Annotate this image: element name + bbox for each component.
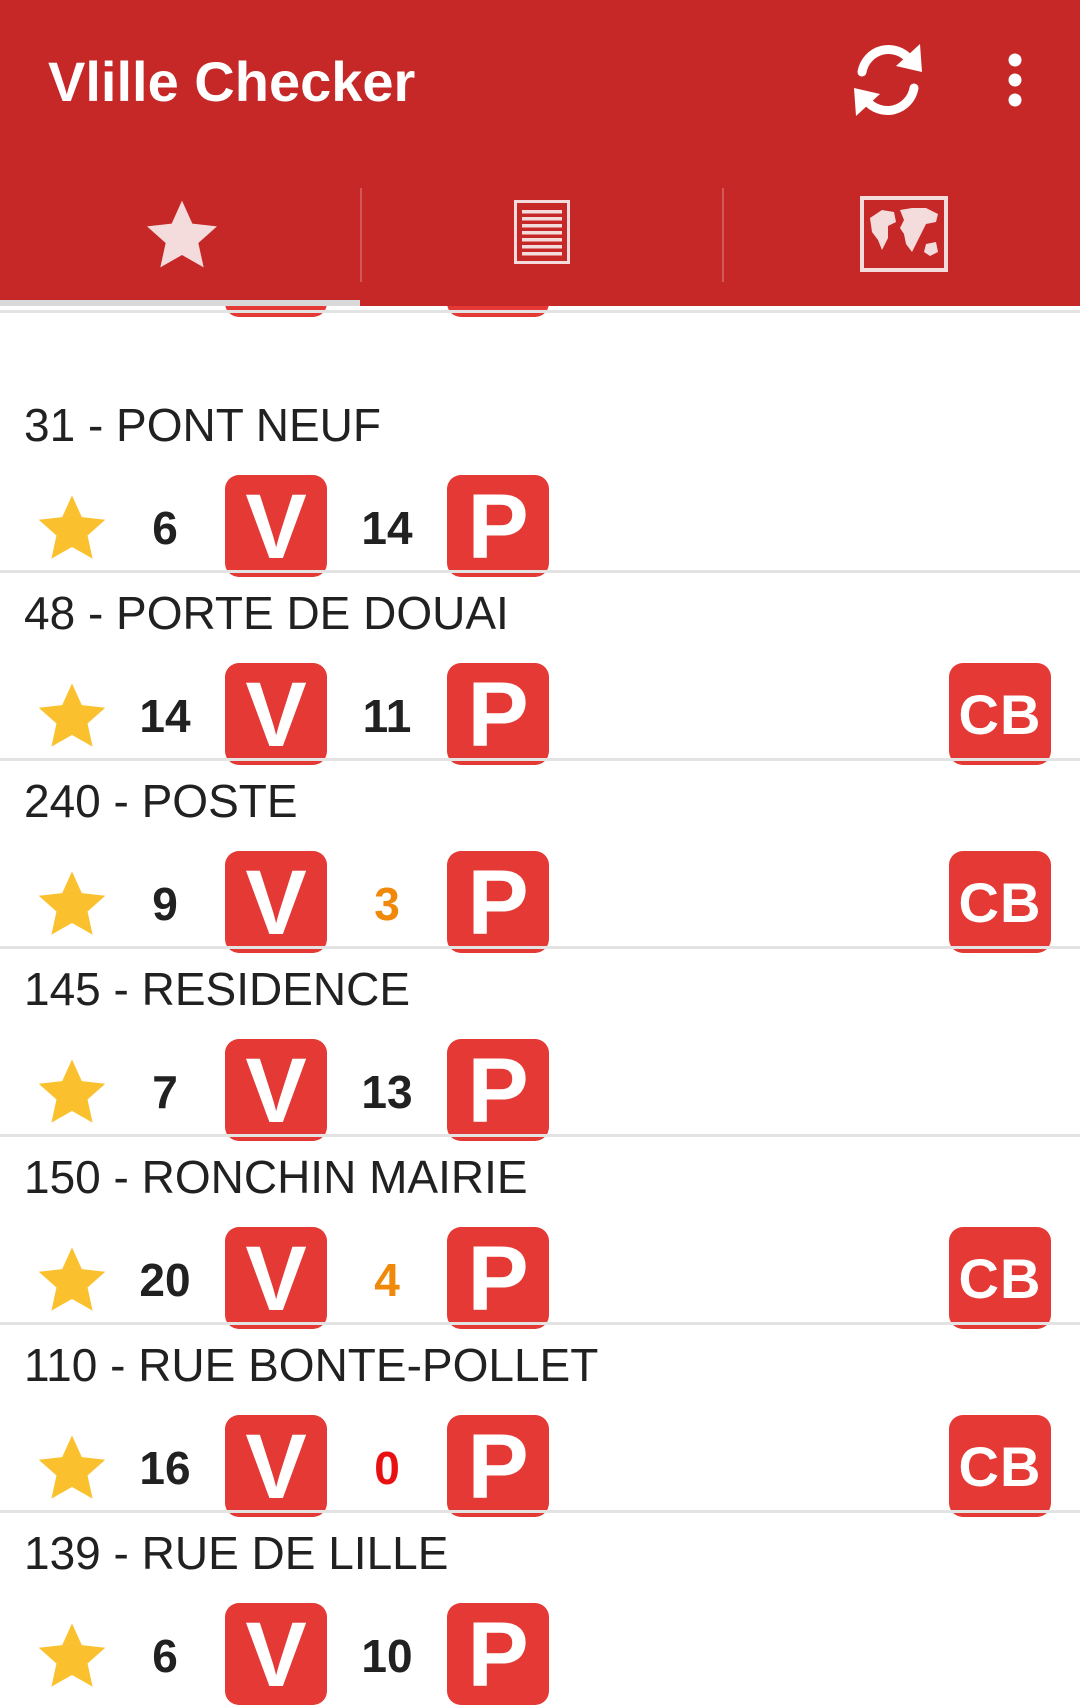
places-badge: P [447,1227,549,1330]
bikes-badge: V [225,851,327,954]
station-row[interactable]: 139 - RUE DE LILLE 6 V 10 P [0,1513,1080,1706]
places-count: 4 [374,1254,400,1306]
places-badge: P [447,851,549,954]
bikes-count: 6 [152,1630,178,1682]
tab-favorites[interactable] [0,176,360,306]
station-row[interactable]: 48 - PORTE DE DOUAI 14 V 11 P CB [0,573,1080,766]
station-row[interactable]: 145 - RESIDENCE 7 V 13 P [0,949,1080,1142]
card-payment-badge: CB [949,1415,1051,1517]
station-row[interactable]: 240 - POSTE 9 V 3 P CB [0,761,1080,954]
station-row[interactable]: 110 - RUE BONTE-POLLET 16 V 0 P CB [0,1325,1080,1518]
app-bar: Vlille Checker [0,0,1080,306]
station-name: 110 - RUE BONTE-POLLET [24,1339,599,1391]
places-badge: P [447,1603,549,1706]
station-row[interactable]: 150 - RONCHIN MAIRIE 20 V 4 P CB [0,1137,1080,1330]
places-count: 13 [361,1066,413,1118]
places-badge: P [447,1039,549,1142]
bikes-badge: V [225,1039,327,1142]
divider [0,310,1080,313]
station-row[interactable]: 31 - PONT NEUF 6 V 14 P [0,385,1080,578]
favorite-star-icon[interactable] [32,1241,112,1317]
bikes-badge: V [225,663,327,766]
card-payment-badge: CB [949,851,1051,953]
station-name: 31 - PONT NEUF [24,399,381,451]
station-name: 139 - RUE DE LILLE [24,1527,449,1579]
bikes-count: 14 [139,690,191,742]
card-payment-badge: CB [949,663,1051,765]
refresh-icon[interactable] [848,38,928,122]
favorite-star-icon[interactable] [32,1429,112,1505]
places-count: 11 [362,690,412,742]
tab-list[interactable] [362,176,722,306]
app-title: Vlille Checker [48,50,416,113]
places-badge: P [447,663,549,766]
places-count: 10 [361,1630,413,1682]
bikes-count: 16 [139,1442,191,1494]
star-icon [147,200,217,268]
station-name: 145 - RESIDENCE [24,963,411,1015]
card-payment-badge: CB [949,1227,1051,1329]
places-count: 3 [374,878,400,930]
favorite-star-icon[interactable] [32,677,112,753]
places-count: 0 [374,1442,400,1494]
bikes-count: 9 [152,878,178,930]
favorite-star-icon[interactable] [32,1617,112,1693]
bikes-badge: V [225,1415,327,1518]
bikes-count: 20 [139,1254,191,1306]
station-name: 150 - RONCHIN MAIRIE [24,1151,528,1203]
more-vert-icon[interactable] [990,48,1040,112]
places-badge: P [447,475,549,578]
places-count: 14 [361,502,413,554]
station-name: 240 - POSTE [24,775,298,827]
bikes-count: 6 [152,502,178,554]
places-badge: P [447,1415,549,1518]
bikes-badge: V [225,1603,327,1706]
map-icon [860,196,948,272]
favorite-star-icon[interactable] [32,865,112,941]
bikes-badge: V [225,1227,327,1330]
bikes-badge: V [225,475,327,578]
list-icon [514,200,570,264]
favorite-star-icon[interactable] [32,1053,112,1129]
selected-tab-indicator [0,300,360,306]
bikes-count: 7 [152,1066,178,1118]
station-name: 48 - PORTE DE DOUAI [24,587,509,639]
favorite-star-icon[interactable] [32,489,112,565]
tab-map[interactable] [724,176,1080,306]
